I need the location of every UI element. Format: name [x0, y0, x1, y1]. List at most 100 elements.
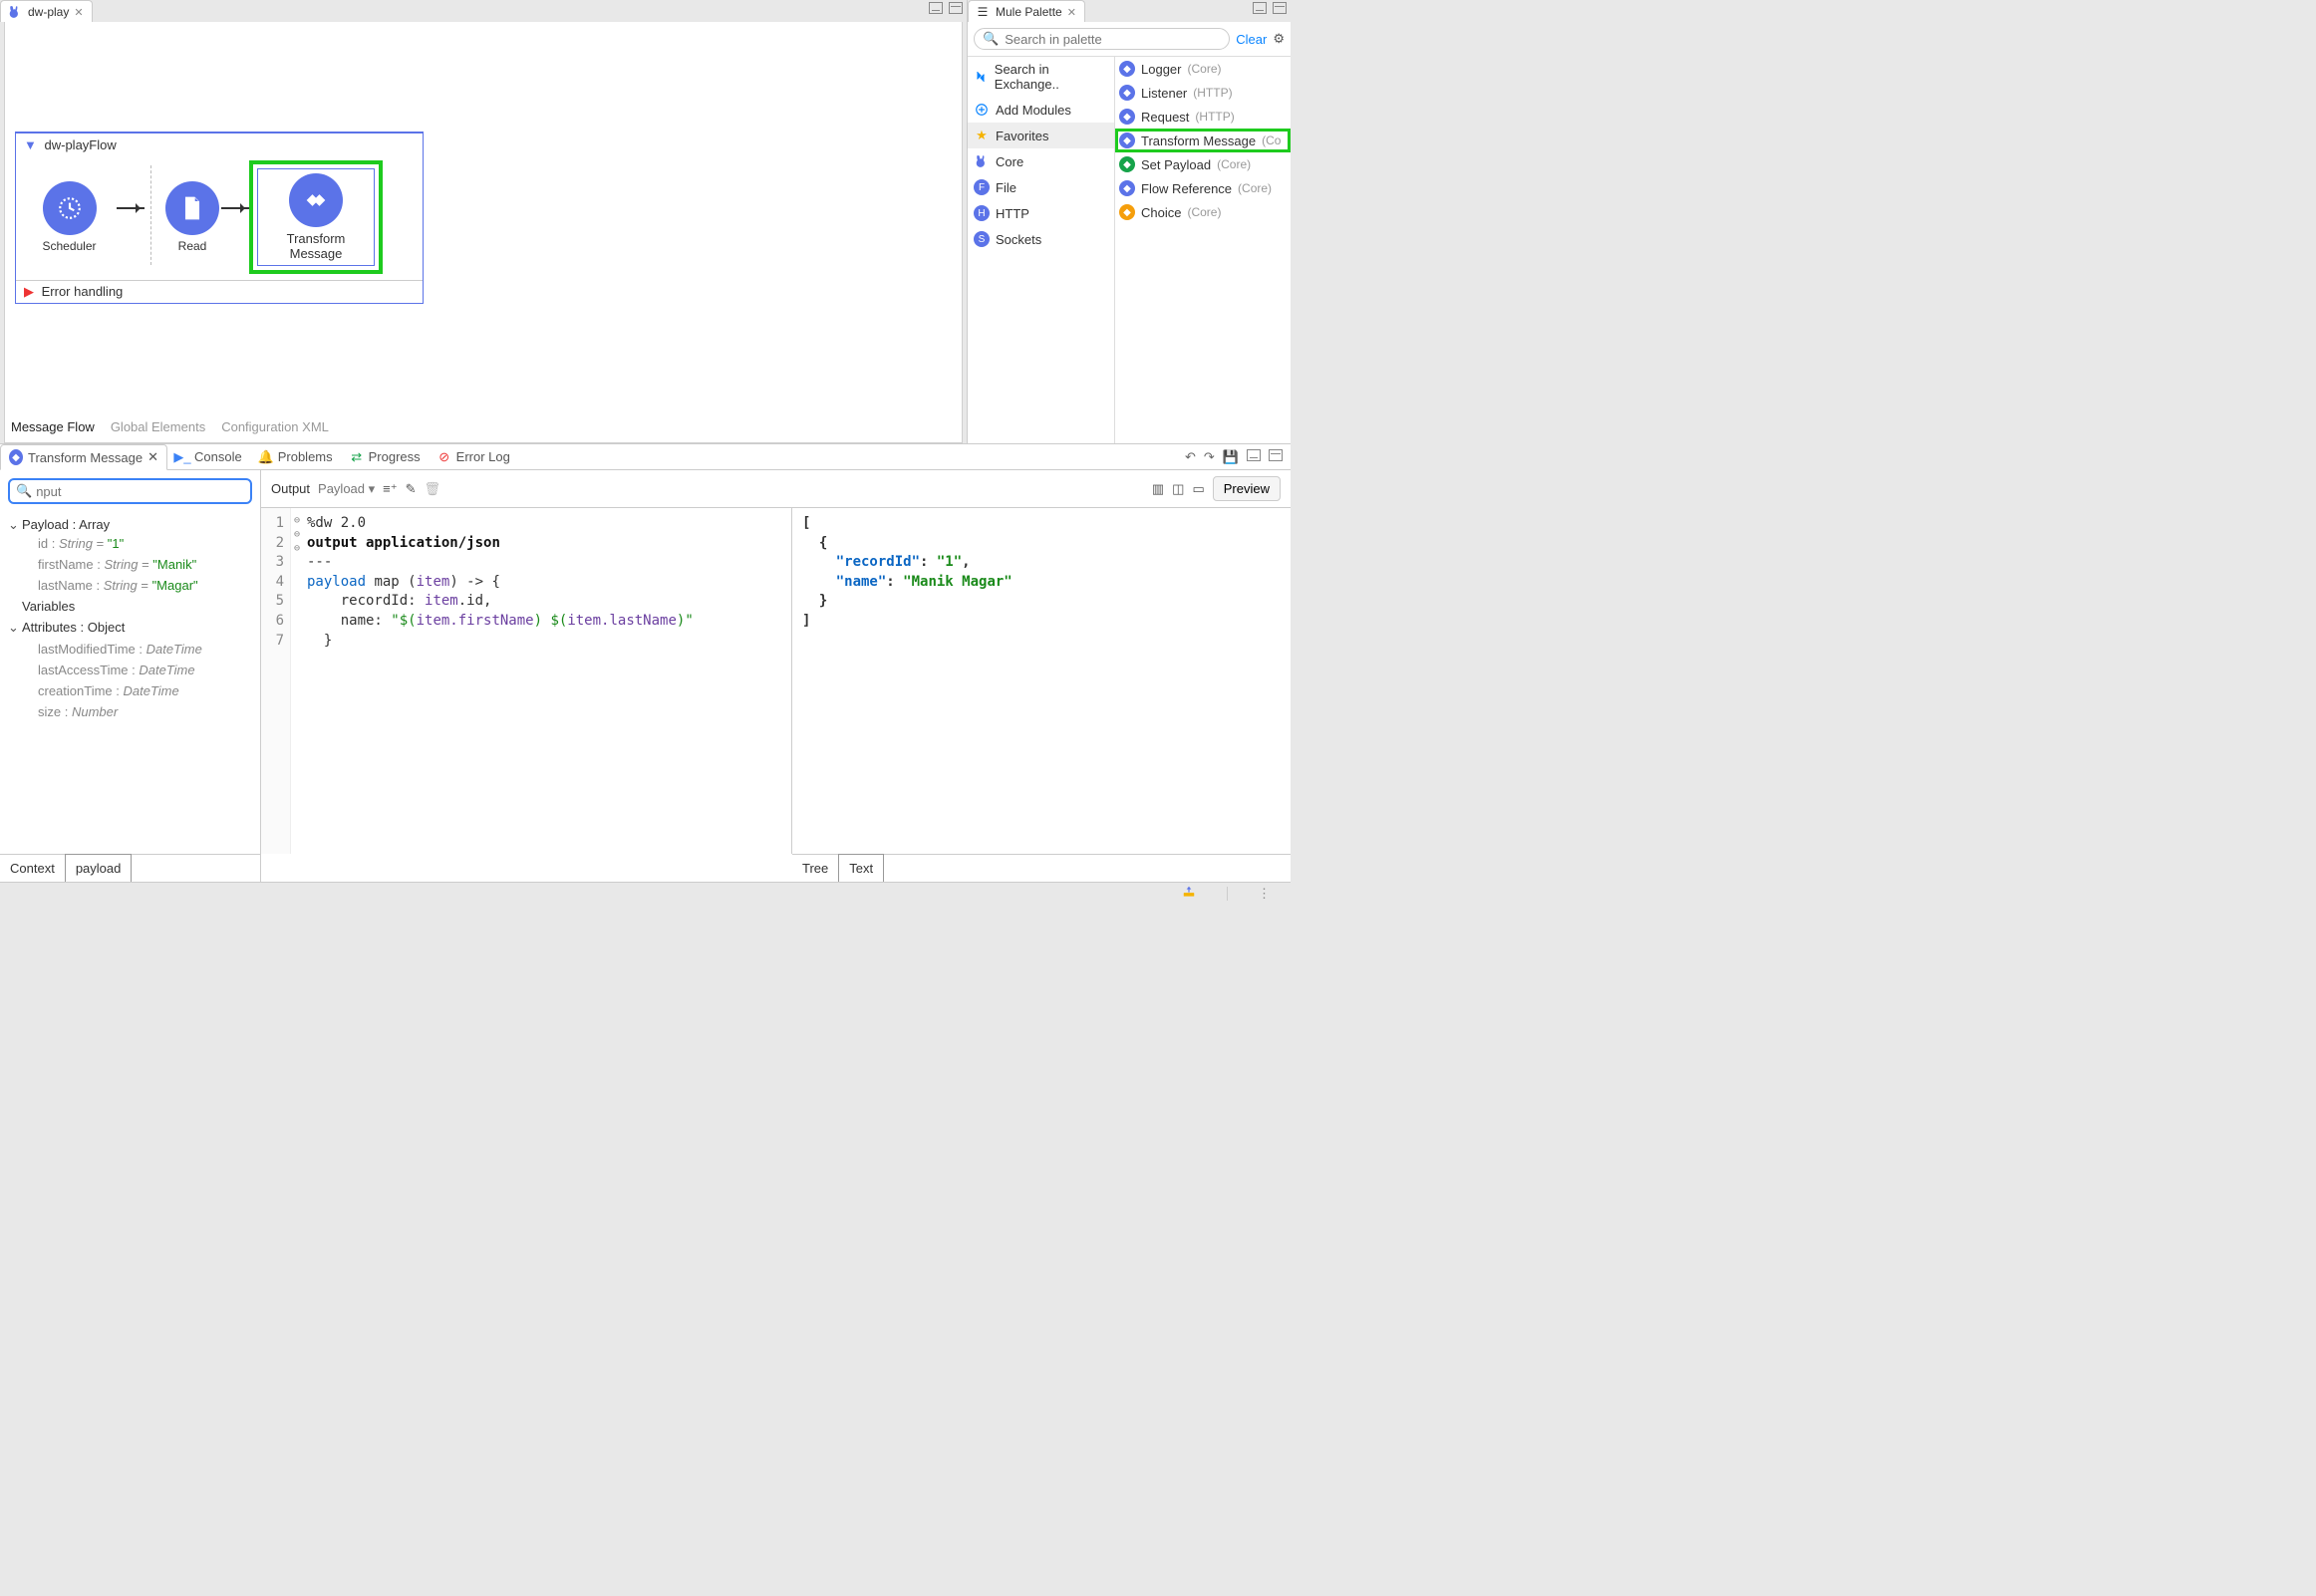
- tree-node[interactable]: Variables: [8, 596, 252, 617]
- tab-message-flow[interactable]: Message Flow: [11, 419, 95, 434]
- tab-global-elements[interactable]: Global Elements: [111, 419, 205, 434]
- layout-icon-3[interactable]: ▭: [1192, 481, 1204, 497]
- component-icon: ◆: [1119, 133, 1135, 148]
- palette-component[interactable]: ◆Transform Message (Co: [1115, 129, 1291, 152]
- tab-config-xml[interactable]: Configuration XML: [221, 419, 329, 434]
- layout-icon-2[interactable]: ◫: [1172, 481, 1184, 497]
- clear-link[interactable]: Clear: [1236, 32, 1267, 47]
- palette-component[interactable]: ◆ Request (HTTP): [1115, 105, 1291, 129]
- preview-button[interactable]: Preview: [1213, 476, 1281, 501]
- view-tab[interactable]: 🔔Problems: [251, 445, 342, 468]
- tree-node[interactable]: ⌄Attributes : Object: [8, 617, 252, 639]
- maximize-icon[interactable]: [949, 2, 963, 14]
- collapse-icon[interactable]: ▼: [24, 137, 37, 152]
- palette-search[interactable]: 🔍: [974, 28, 1230, 50]
- component-label: Transform Message: [1141, 133, 1256, 148]
- view-tab[interactable]: ◆Transform Message✕: [0, 444, 167, 470]
- search-icon: 🔍: [983, 31, 999, 47]
- tab-payload[interactable]: payload: [65, 854, 133, 882]
- palette-category[interactable]: SSockets: [968, 226, 1114, 252]
- input-search-field[interactable]: [36, 484, 244, 499]
- close-icon[interactable]: ✕: [147, 449, 158, 465]
- palette-component[interactable]: ◆Flow Reference (Core): [1115, 176, 1291, 200]
- maximize-icon[interactable]: [1273, 2, 1287, 14]
- edit-icon[interactable]: ✎: [406, 481, 417, 497]
- error-handling-section[interactable]: ▶ Error handling: [16, 281, 423, 303]
- close-icon[interactable]: ✕: [1067, 6, 1076, 19]
- component-label: Flow Reference: [1141, 181, 1232, 196]
- input-search[interactable]: 🔍: [8, 478, 252, 504]
- minimize-icon[interactable]: [1247, 449, 1261, 461]
- tm-icon: ◆: [9, 450, 23, 464]
- deploy-icon[interactable]: [1181, 885, 1197, 902]
- separator: [1227, 887, 1228, 901]
- minimize-icon[interactable]: [1253, 2, 1267, 14]
- dw-code-editor[interactable]: 1 2 3 4 5 6 7 ⊖ ⊖ ⊖ %dw 2.0 output appli…: [261, 508, 792, 854]
- category-label: Sockets: [996, 232, 1041, 247]
- tree-leaf[interactable]: firstName : String = "Manik": [8, 554, 252, 575]
- palette-category[interactable]: FFile: [968, 174, 1114, 200]
- errlog-icon: ⊘: [437, 450, 451, 464]
- output-target[interactable]: Payload ▾: [318, 481, 375, 497]
- component-transform-message[interactable]: Transform Message: [257, 168, 375, 266]
- view-tab[interactable]: ⇄Progress: [342, 445, 430, 468]
- tab-text[interactable]: Text: [838, 854, 884, 882]
- console-icon: ▶_: [175, 450, 189, 464]
- palette-search-input[interactable]: [1005, 32, 1221, 47]
- maximize-icon[interactable]: [1269, 449, 1283, 461]
- palette-category[interactable]: HHTTP: [968, 200, 1114, 226]
- tree-node[interactable]: ⌄Payload : Arrayid : String = "1"firstNa…: [8, 514, 252, 725]
- palette-component[interactable]: ◆Logger (Core): [1115, 57, 1291, 81]
- tab-tree[interactable]: Tree: [792, 855, 839, 882]
- view-tab[interactable]: ▶_Console: [167, 445, 251, 468]
- component-label: Listener: [1141, 86, 1187, 101]
- redo-icon[interactable]: ↷: [1204, 449, 1215, 465]
- component-label: Set Payload: [1141, 157, 1211, 172]
- close-icon[interactable]: ✕: [74, 6, 83, 19]
- expand-icon[interactable]: ▶: [24, 284, 34, 299]
- palette-category[interactable]: ★Favorites: [968, 123, 1114, 148]
- delete-icon[interactable]: 🗑: [425, 481, 441, 497]
- gear-icon[interactable]: ⚙: [1273, 31, 1285, 47]
- tab-context[interactable]: Context: [0, 855, 66, 882]
- output-preview: [ { "recordId": "1", "name": "Manik Maga…: [792, 508, 1291, 854]
- flow-container[interactable]: ▼ dw-playFlow Scheduler: [15, 132, 424, 304]
- minimize-icon[interactable]: [929, 2, 943, 14]
- editor-tab-dwplay[interactable]: dw-play ✕: [0, 0, 93, 22]
- tree-leaf[interactable]: id : String = "1": [8, 533, 252, 554]
- core-icon: [974, 153, 990, 169]
- component-sublabel: (HTTP): [1195, 110, 1234, 124]
- component-sublabel: (Core): [1217, 157, 1251, 171]
- tree-leaf[interactable]: size : Number: [8, 701, 252, 722]
- tree-leaf[interactable]: creationTime : DateTime: [8, 680, 252, 701]
- palette-category[interactable]: Search in Exchange..: [968, 57, 1114, 97]
- palette-category[interactable]: Add Modules: [968, 97, 1114, 123]
- palette-tab[interactable]: ☰ Mule Palette ✕: [968, 0, 1085, 22]
- menu-dots-icon[interactable]: ⋮: [1258, 886, 1271, 902]
- tree-leaf[interactable]: lastName : String = "Magar": [8, 575, 252, 596]
- save-icon[interactable]: 💾: [1223, 449, 1239, 465]
- tree-leaf[interactable]: lastModifiedTime : DateTime: [8, 639, 252, 660]
- category-label: Search in Exchange..: [995, 62, 1108, 92]
- palette-category[interactable]: Core: [968, 148, 1114, 174]
- view-tab[interactable]: ⊘Error Log: [430, 445, 519, 468]
- palette-component[interactable]: ◆Set Payload (Core): [1115, 152, 1291, 176]
- palette-component[interactable]: ◆Listener (HTTP): [1115, 81, 1291, 105]
- layout-icon-1[interactable]: ▥: [1152, 481, 1164, 497]
- mule-icon: [7, 4, 23, 20]
- component-label: Logger: [1141, 62, 1181, 77]
- component-icon: ◆: [1119, 109, 1135, 125]
- tree-leaf[interactable]: lastAccessTime : DateTime: [8, 660, 252, 680]
- flow-header[interactable]: ▼ dw-playFlow: [16, 133, 423, 156]
- component-read[interactable]: Read: [157, 181, 227, 253]
- category-label: HTTP: [996, 206, 1029, 221]
- palette-component[interactable]: ◆Choice (Core): [1115, 200, 1291, 224]
- component-scheduler[interactable]: Scheduler: [22, 181, 117, 253]
- category-label: Add Modules: [996, 103, 1071, 118]
- component-label: Request: [1141, 110, 1189, 125]
- add-target-icon[interactable]: ≡⁺: [383, 481, 397, 497]
- undo-icon[interactable]: ↶: [1185, 449, 1196, 465]
- flow-canvas[interactable]: ▼ dw-playFlow Scheduler: [4, 22, 963, 443]
- palette-icon: ☰: [975, 4, 991, 20]
- scheduler-label: Scheduler: [42, 239, 96, 253]
